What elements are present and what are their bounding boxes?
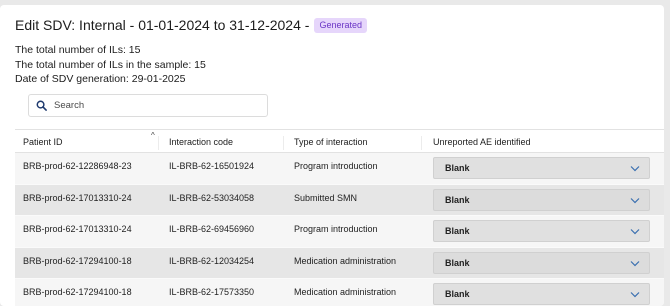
- table-row: BRB-prod-62-12286948-23 IL-BRB-62-165019…: [15, 153, 664, 185]
- select-value: Blank: [445, 226, 470, 236]
- chevron-down-icon: [630, 197, 640, 203]
- column-header-unreported-ae[interactable]: Unreported AE identified: [433, 137, 531, 147]
- column-header-interaction-code[interactable]: Interaction code: [169, 137, 233, 147]
- patient-id-cell: BRB-prod-62-12286948-23: [23, 161, 132, 171]
- table-row: BRB-prod-62-17294100-18 IL-BRB-62-175733…: [15, 279, 664, 306]
- total-ils-text: The total number of ILs: 15: [15, 44, 141, 56]
- total-sample-text: The total number of ILs in the sample: 1…: [15, 58, 206, 71]
- interaction-code-cell: IL-BRB-62-69456960: [169, 224, 255, 234]
- sdv-edit-panel: Edit SDV: Internal - 01-01-2024 to 31-12…: [0, 5, 664, 306]
- select-value: Blank: [445, 163, 470, 173]
- column-divider[interactable]: [158, 136, 159, 150]
- sort-up-icon[interactable]: ^: [151, 131, 155, 140]
- column-divider[interactable]: [421, 136, 422, 150]
- column-header-type[interactable]: Type of interaction: [294, 137, 368, 147]
- interaction-type-cell: Program introduction: [294, 161, 378, 171]
- column-header-patient-id[interactable]: Patient ID: [23, 137, 63, 147]
- title-row: Edit SDV: Internal - 01-01-2024 to 31-12…: [15, 17, 367, 33]
- interaction-code-cell: IL-BRB-62-53034058: [169, 192, 255, 203]
- interaction-type-cell: Submitted SMN: [294, 192, 358, 203]
- unreported-ae-select[interactable]: Blank: [433, 157, 650, 179]
- interaction-code-cell: IL-BRB-62-16501924: [169, 161, 255, 171]
- unreported-ae-select[interactable]: Blank: [433, 188, 650, 211]
- patient-id-cell: BRB-prod-62-17013310-24: [23, 192, 132, 203]
- patient-id-cell: BRB-prod-62-17294100-18: [23, 287, 132, 297]
- table-row: BRB-prod-62-17294100-18 IL-BRB-62-120342…: [15, 247, 664, 279]
- interaction-type-cell: Program introduction: [294, 224, 378, 234]
- chevron-down-icon: [630, 260, 640, 266]
- chevron-down-icon: [630, 166, 640, 172]
- table-header: Patient ID ^ Interaction code Type of in…: [15, 129, 664, 153]
- select-value: Blank: [445, 289, 470, 299]
- generation-date-text: Date of SDV generation: 29-01-2025: [15, 73, 186, 85]
- interaction-type-cell: Medication administration: [294, 287, 397, 297]
- column-divider[interactable]: [283, 136, 284, 150]
- search-box[interactable]: [28, 94, 268, 117]
- patient-id-cell: BRB-prod-62-17294100-18: [23, 255, 132, 266]
- interaction-type-cell: Medication administration: [294, 255, 397, 266]
- unreported-ae-select[interactable]: Blank: [433, 220, 650, 242]
- select-value: Blank: [445, 194, 470, 205]
- page-title: Edit SDV: Internal - 01-01-2024 to 31-12…: [15, 17, 310, 33]
- search-icon: [36, 100, 47, 111]
- search-input[interactable]: [54, 100, 254, 111]
- unreported-ae-select[interactable]: Blank: [433, 251, 650, 274]
- sdv-summary: The total number of ILs: 15 The total nu…: [15, 43, 206, 87]
- table-row: BRB-prod-62-17013310-24 IL-BRB-62-530340…: [15, 184, 664, 216]
- chevron-down-icon: [630, 292, 640, 298]
- table-row: BRB-prod-62-17013310-24 IL-BRB-62-694569…: [15, 216, 664, 248]
- interaction-code-cell: IL-BRB-62-17573350: [169, 287, 255, 297]
- interaction-code-cell: IL-BRB-62-12034254: [169, 255, 255, 266]
- chevron-down-icon: [630, 229, 640, 235]
- sdv-table: Patient ID ^ Interaction code Type of in…: [15, 129, 664, 306]
- status-badge: Generated: [314, 17, 367, 33]
- select-value: Blank: [445, 257, 470, 268]
- patient-id-cell: BRB-prod-62-17013310-24: [23, 224, 132, 234]
- unreported-ae-select[interactable]: Blank: [433, 283, 650, 305]
